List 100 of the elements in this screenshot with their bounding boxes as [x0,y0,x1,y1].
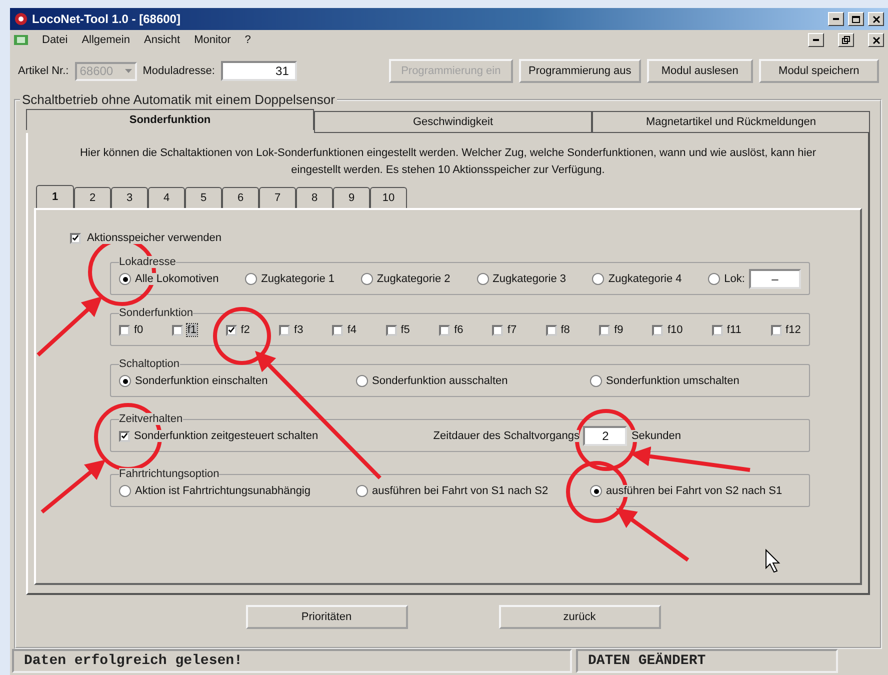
option-label: Sonderfunktion umschalten [606,375,740,387]
annotation-arrow [40,460,106,514]
option-label: f5 [400,324,410,336]
toolbar-button[interactable]: Modul auslesen [646,59,753,83]
checkbox[interactable] [386,324,397,336]
restore-icon [842,36,850,44]
close-button[interactable] [868,33,884,47]
menu-item[interactable]: Datei [42,34,68,46]
minimize-icon [833,18,839,20]
menu-item[interactable]: Monitor [194,34,231,46]
tab[interactable]: 7 [259,187,296,208]
option-label: f1 [187,324,197,336]
tab[interactable]: Sonderfunktion [26,109,314,130]
option-label: Aktion ist Fahrtrichtungsunabhängig [135,485,310,497]
radio-button[interactable] [590,375,602,387]
radio-button[interactable] [356,485,368,497]
group-title: Schaltbetrieb ohne Automatik mit einem Doppelsensor [21,92,336,107]
option-label: Lok: [724,273,745,285]
radio-button[interactable] [590,485,602,497]
option-label: f9 [614,324,624,336]
checkbox[interactable] [172,324,184,336]
dialog-button[interactable]: Prioritäten [246,605,408,629]
option-label: Zugkategorie 1 [261,273,335,285]
app-icon [14,12,28,26]
checkbox[interactable] [599,324,610,336]
field-label: Moduladresse: [142,65,215,77]
document-icon [14,35,28,45]
maximize-button[interactable] [848,12,864,26]
radio-button[interactable] [476,273,489,285]
tab[interactable]: 2 [74,187,111,208]
minimize-button[interactable] [808,33,824,47]
checkbox[interactable] [492,324,504,336]
radio-button[interactable] [356,375,368,387]
checkbox[interactable] [712,324,723,336]
status-state: DATEN GEÄNDERT [576,649,838,673]
option-label: Sonderfunktion einschalten [135,375,268,387]
checkbox[interactable] [439,324,450,336]
field-label: Zeitdauer des Schaltvorgangs [433,430,580,442]
menu-item[interactable]: Allgemein [82,34,130,46]
lok-field[interactable]: – [748,269,801,289]
checkbox[interactable] [770,324,782,336]
window-title: LocoNet-Tool 1.0 - [68600] [32,12,182,26]
option-label: f6 [454,324,464,336]
option-label: Zugkategorie 3 [492,273,566,285]
option-label: f2 [240,324,250,336]
close-icon [872,36,880,44]
close-button[interactable] [868,12,884,26]
option-label: ausführen bei Fahrt von S2 nach S1 [606,485,782,497]
checkbox-label: Aktionsspeicher verwenden [87,232,222,244]
tab[interactable]: Geschwindigkeit [314,111,592,133]
toolbar-button[interactable]: Modul speichern [758,59,879,83]
option-label: f4 [347,324,357,336]
menu-item[interactable]: Ansicht [144,34,180,46]
radio-button[interactable] [119,273,131,285]
tab[interactable]: 8 [296,187,333,208]
option-label: f10 [667,324,683,336]
duration-field[interactable]: 2 [583,426,628,446]
option-label: Alle Lokomotiven [135,273,219,285]
checkbox[interactable] [119,430,130,442]
tab[interactable]: 9 [333,187,370,208]
option-label: Sonderfunktion ausschalten [372,375,508,387]
menu-item[interactable]: ? [244,34,251,46]
tab[interactable]: 1 [36,185,74,208]
checkbox[interactable] [119,324,130,336]
tab[interactable]: 5 [185,187,222,208]
checkbox[interactable] [652,324,664,336]
annotation-arrow [36,296,102,356]
minimize-button[interactable] [828,12,844,26]
group-title: Zeitverhalten [119,413,183,425]
option-label: f0 [134,324,144,336]
checkbox[interactable] [332,324,344,336]
restore-button[interactable] [838,33,854,47]
dialog-button[interactable]: zurück [498,605,660,629]
checkbox[interactable] [546,324,557,336]
tab[interactable]: 10 [370,187,407,208]
status-message: Daten erfolgreich gelesen! [12,649,572,673]
mouse-cursor-icon [766,548,780,573]
radio-button[interactable] [592,273,604,285]
radio-button[interactable] [119,485,131,497]
option-label: ausführen bei Fahrt von S1 nach S2 [372,485,548,497]
tab[interactable]: 3 [111,187,148,208]
address-field[interactable]: 31 [220,61,297,81]
tab[interactable]: 4 [148,187,185,208]
checkbox[interactable] [226,324,237,336]
option-label: Zugkategorie 2 [376,273,450,285]
checkbox[interactable] [279,324,290,336]
tab[interactable]: 6 [222,187,259,208]
toolbar-button[interactable]: Programmierung aus [518,59,641,83]
radio-button[interactable] [708,273,720,285]
radio-button[interactable] [360,273,373,285]
maximize-icon [852,16,860,22]
group-title: Lokadresse [119,256,176,268]
group-title: Schaltoption [119,358,180,370]
radio-button[interactable] [245,273,258,285]
tab[interactable]: Magnetartikel und Rückmeldungen [592,111,870,133]
option-label: Sonderfunktion zeitgesteuert schalten [134,430,318,442]
checkbox[interactable] [70,232,81,244]
radio-button[interactable] [119,375,131,387]
option-label: f3 [294,324,304,336]
option-label: Zugkategorie 4 [608,273,682,285]
